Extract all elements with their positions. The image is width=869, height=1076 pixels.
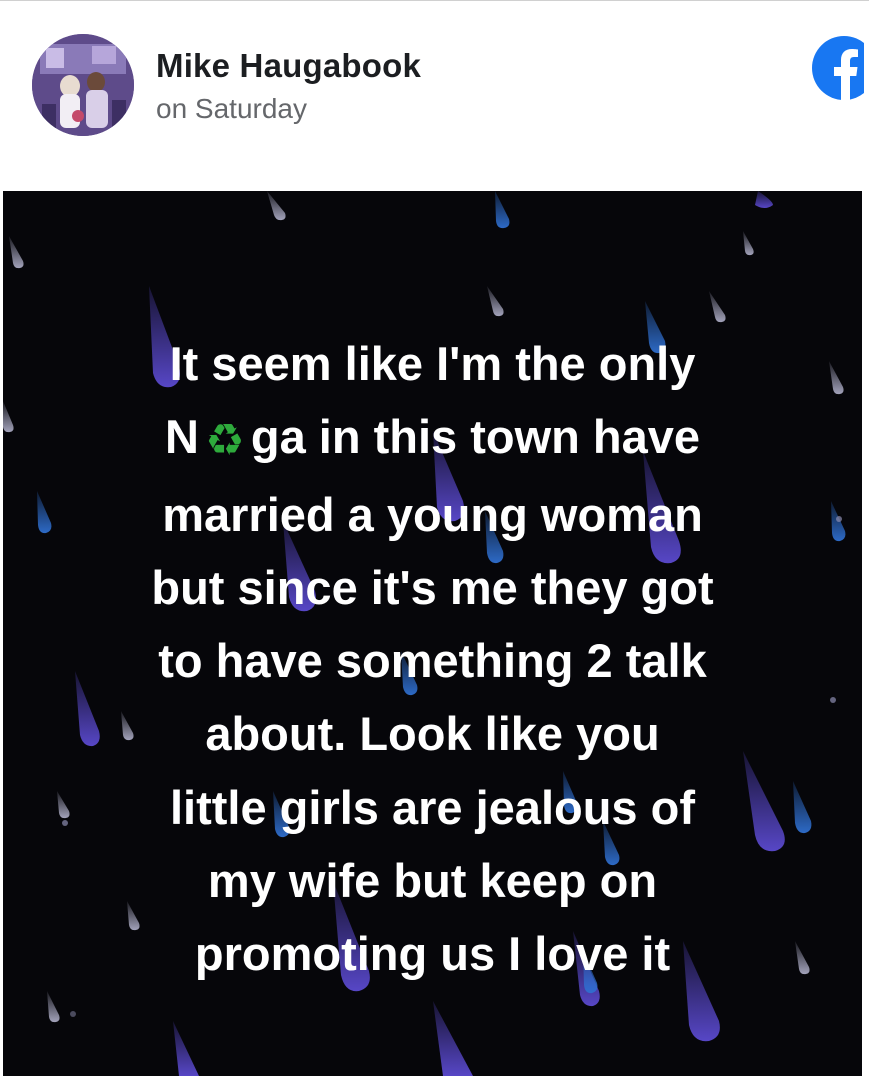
status-line-8: my wife but keep on [207, 854, 658, 908]
post-timestamp[interactable]: on Saturday [156, 93, 307, 125]
recycle-emoji-icon: ♻ [205, 416, 245, 466]
status-line-4: but since it's me they got [151, 560, 714, 614]
status-image[interactable]: It seem like I'm the only N ♻ ga in this t… [3, 191, 862, 1076]
status-line-2: N ♻ ga in this town have [3, 400, 862, 477]
status-line-2-text: ga in this town have [250, 410, 701, 464]
status-message: It seem like I'm the only N ♻ ga in this t… [3, 327, 862, 991]
facebook-icon [810, 34, 864, 102]
status-line-1: It seem like I'm the only [169, 337, 696, 390]
status-line-6: about. Look like you [205, 707, 660, 761]
status-line-5: to have something 2 talk [158, 634, 707, 688]
author-avatar[interactable] [32, 34, 134, 136]
author-name[interactable]: Mike Haugabook [156, 47, 421, 85]
post-header: Mike Haugabook on Saturday [0, 1, 869, 190]
status-line-7: little girls are jealous of [170, 780, 695, 834]
censored-word-prefix: N [164, 410, 199, 464]
status-line-3: married a young woman [162, 487, 703, 541]
right-margin [862, 191, 869, 1076]
status-line-9: promoting us I love it [194, 927, 671, 981]
